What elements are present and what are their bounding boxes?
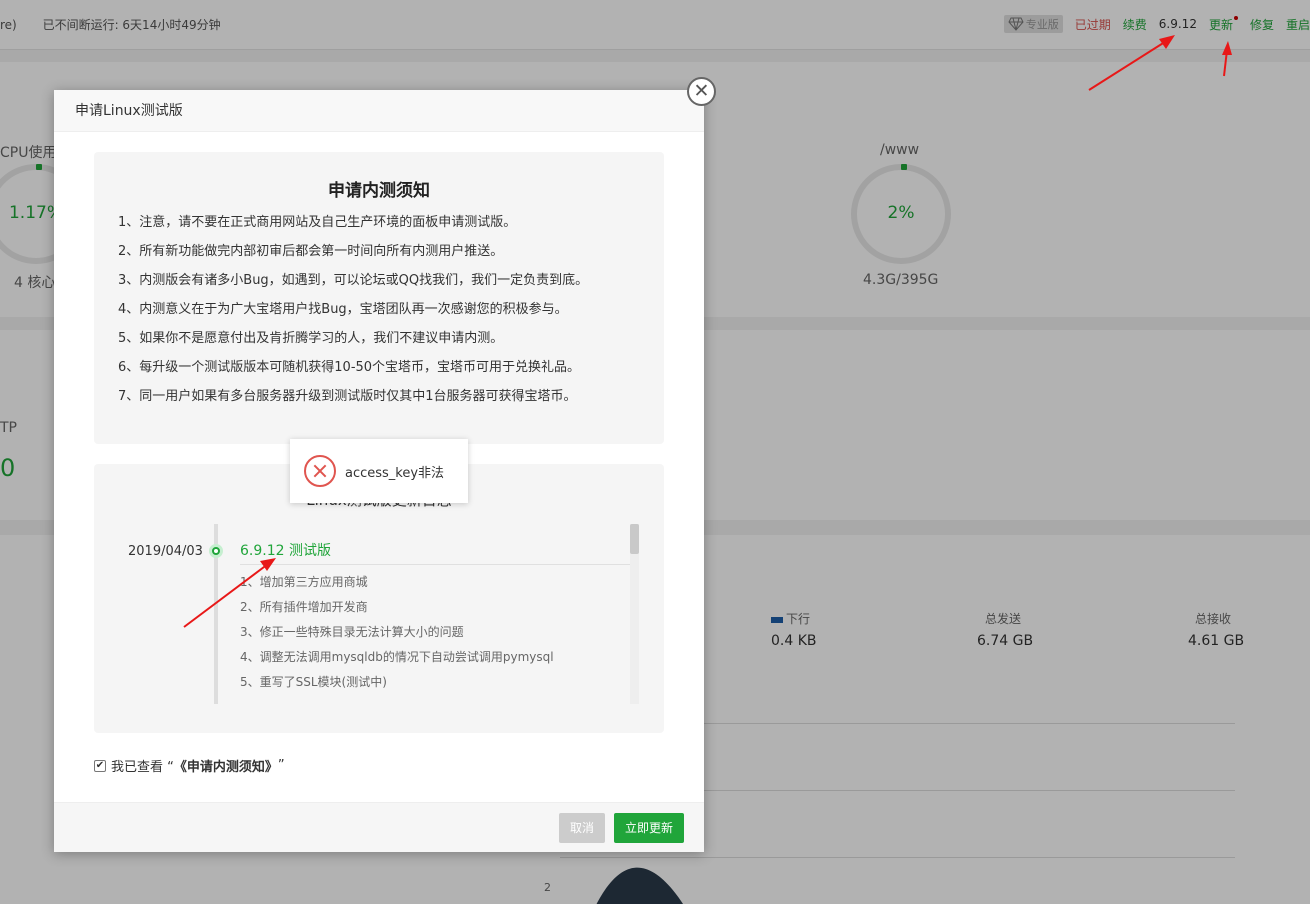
notice-item: 6、每升级一个测试版版本可随机获得10-50个宝塔币，宝塔币可用于兑换礼品。: [118, 360, 581, 375]
changelog-item: 1、增加第三方应用商城: [240, 575, 368, 589]
changelog-item: 2、所有插件增加开发商: [240, 600, 368, 614]
agree-checkbox[interactable]: ✔: [94, 759, 106, 772]
agree-suffix: ”: [277, 758, 285, 773]
notice-item: 1、注意，请不要在正式商用网站及自己生产环境的面板申请测试版。: [118, 215, 517, 230]
toast-message: access_key非法: [345, 465, 445, 481]
changelog-date: 2019/04/03: [128, 544, 203, 559]
changelog-item: 4、调整无法调用mysqldb的情况下自动尝试调用pymysql: [240, 650, 554, 664]
changelog-version: 6.9.12 测试版: [240, 543, 331, 559]
changelog-scrollbar[interactable]: [630, 524, 639, 704]
agree-prefix: 我已查看 “: [111, 760, 174, 775]
error-circle-icon: [304, 455, 336, 487]
dialog-footer: 取消 立即更新: [54, 802, 704, 852]
beta-notice-box: 申请内测须知 1、注意，请不要在正式商用网站及自己生产环境的面板申请测试版。 2…: [94, 152, 664, 444]
scrollbar-thumb[interactable]: [630, 524, 639, 554]
dialog-title: 申请Linux测试版: [54, 90, 704, 132]
error-toast: access_key非法: [290, 439, 468, 503]
changelog-item: 3、修正一些特殊目录无法计算大小的问题: [240, 625, 464, 639]
changelog-item: 5、重写了SSL模块(测试中): [240, 675, 387, 689]
notice-list: 1、注意，请不要在正式商用网站及自己生产环境的面板申请测试版。 2、所有新功能做…: [118, 213, 664, 416]
notice-item: 3、内测版会有诸多小Bug，如遇到，可以论坛或QQ找我们，我们一定负责到底。: [118, 273, 589, 288]
notice-item: 5、如果你不是愿意付出及肯折腾学习的人，我们不建议申请内测。: [118, 331, 504, 346]
notice-item: 4、内测意义在于为广大宝塔用户找Bug，宝塔团队再一次感谢您的积极参与。: [118, 302, 568, 317]
update-now-button[interactable]: 立即更新: [614, 813, 684, 843]
timeline-dot-icon: [209, 544, 223, 558]
notice-item: 2、所有新功能做完内部初审后都会第一时间向所有内测用户推送。: [118, 244, 504, 259]
notice-title: 申请内测须知: [328, 181, 430, 201]
agree-notice-link[interactable]: 《申请内测须知》: [174, 756, 278, 775]
changelog-divider: [240, 564, 630, 565]
close-icon[interactable]: ✕: [687, 77, 716, 106]
notice-item: 7、同一用户如果有多台服务器升级到测试版时仅其中1台服务器可获得宝塔币。: [118, 389, 577, 404]
agree-checkbox-row[interactable]: ✔ 我已查看 “《申请内测须知》”: [94, 756, 285, 775]
changelog-list: 1、增加第三方应用商城 2、所有插件增加开发商 3、修正一些特殊目录无法计算大小…: [240, 574, 554, 699]
cancel-button[interactable]: 取消: [559, 813, 605, 843]
changelog-box: Linux测试版更新日志 2019/04/03 6.9.12 测试版 1、增加第…: [94, 464, 664, 733]
